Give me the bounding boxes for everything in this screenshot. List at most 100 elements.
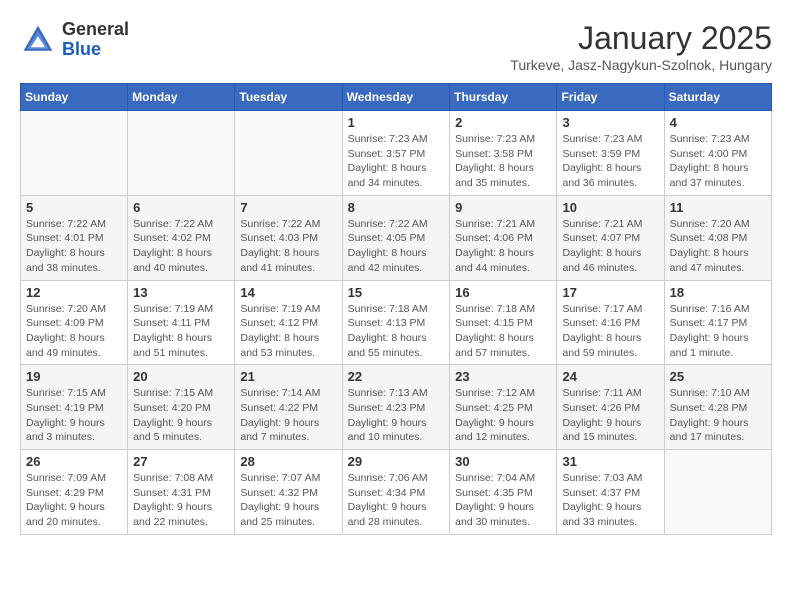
calendar-cell: 4 Sunrise: 7:23 AM Sunset: 4:00 PM Daylig… <box>664 111 771 196</box>
calendar-week-3: 12 Sunrise: 7:20 AM Sunset: 4:09 PM Dayli… <box>21 280 772 365</box>
calendar-cell: 6 Sunrise: 7:22 AM Sunset: 4:02 PM Daylig… <box>128 195 235 280</box>
calendar-cell: 3Sunrise: 7:23 AM Sunset: 3:59 PM Daylig… <box>557 111 664 196</box>
day-info: Sunrise: 7:20 AM Sunset: 4:09 PM Dayligh… <box>26 302 122 361</box>
calendar-cell: 15 Sunrise: 7:18 AM Sunset: 4:13 PM Dayli… <box>342 280 450 365</box>
calendar-cell: 28 Sunrise: 7:07 AM Sunset: 4:32 PM Dayli… <box>235 450 342 535</box>
day-number: 31 <box>562 454 658 469</box>
day-info: Sunrise: 7:19 AM Sunset: 4:11 PM Dayligh… <box>133 302 229 361</box>
calendar-cell: 10Sunrise: 7:21 AM Sunset: 4:07 PM Dayli… <box>557 195 664 280</box>
day-info: Sunrise: 7:07 AM Sunset: 4:32 PM Dayligh… <box>240 471 336 530</box>
weekday-header-sunday: Sunday <box>21 84 128 111</box>
day-number: 14 <box>240 285 336 300</box>
page-header: General Blue January 2025 Turkeve, Jasz-… <box>20 20 772 73</box>
day-number: 21 <box>240 369 336 384</box>
day-number: 1 <box>348 115 445 130</box>
day-info: Sunrise: 7:20 AM Sunset: 4:08 PM Dayligh… <box>670 217 766 276</box>
calendar-cell <box>21 111 128 196</box>
day-info: Sunrise: 7:09 AM Sunset: 4:29 PM Dayligh… <box>26 471 122 530</box>
day-info: Sunrise: 7:22 AM Sunset: 4:03 PM Dayligh… <box>240 217 336 276</box>
logo-icon <box>20 22 56 58</box>
calendar-cell: 7Sunrise: 7:22 AM Sunset: 4:03 PM Daylig… <box>235 195 342 280</box>
logo-blue: Blue <box>62 40 129 60</box>
calendar-cell: 25 Sunrise: 7:10 AM Sunset: 4:28 PM Dayli… <box>664 365 771 450</box>
day-number: 6 <box>133 200 229 215</box>
calendar-cell <box>235 111 342 196</box>
calendar-cell: 8 Sunrise: 7:22 AM Sunset: 4:05 PM Daylig… <box>342 195 450 280</box>
day-number: 23 <box>455 369 551 384</box>
calendar-cell: 16 Sunrise: 7:18 AM Sunset: 4:15 PM Dayli… <box>450 280 557 365</box>
weekday-header-tuesday: Tuesday <box>235 84 342 111</box>
calendar-cell: 5 Sunrise: 7:22 AM Sunset: 4:01 PM Daylig… <box>21 195 128 280</box>
day-number: 16 <box>455 285 551 300</box>
day-info: Sunrise: 7:06 AM Sunset: 4:34 PM Dayligh… <box>348 471 445 530</box>
logo-general: General <box>62 20 129 40</box>
month-title: January 2025 <box>510 20 772 57</box>
day-number: 12 <box>26 285 122 300</box>
day-info: Sunrise: 7:23 AM Sunset: 3:59 PM Dayligh… <box>562 132 658 191</box>
day-number: 27 <box>133 454 229 469</box>
day-info: Sunrise: 7:19 AM Sunset: 4:12 PM Dayligh… <box>240 302 336 361</box>
weekday-header-thursday: Thursday <box>450 84 557 111</box>
calendar-cell: 19Sunrise: 7:15 AM Sunset: 4:19 PM Dayli… <box>21 365 128 450</box>
day-info: Sunrise: 7:22 AM Sunset: 4:01 PM Dayligh… <box>26 217 122 276</box>
day-number: 25 <box>670 369 766 384</box>
title-area: January 2025 Turkeve, Jasz-Nagykun-Szoln… <box>510 20 772 73</box>
calendar-cell: 17Sunrise: 7:17 AM Sunset: 4:16 PM Dayli… <box>557 280 664 365</box>
day-number: 30 <box>455 454 551 469</box>
day-info: Sunrise: 7:23 AM Sunset: 3:57 PM Dayligh… <box>348 132 445 191</box>
day-number: 18 <box>670 285 766 300</box>
calendar-cell <box>664 450 771 535</box>
day-info: Sunrise: 7:14 AM Sunset: 4:22 PM Dayligh… <box>240 386 336 445</box>
day-info: Sunrise: 7:10 AM Sunset: 4:28 PM Dayligh… <box>670 386 766 445</box>
day-number: 5 <box>26 200 122 215</box>
day-info: Sunrise: 7:22 AM Sunset: 4:05 PM Dayligh… <box>348 217 445 276</box>
day-info: Sunrise: 7:11 AM Sunset: 4:26 PM Dayligh… <box>562 386 658 445</box>
calendar-week-1: 1 Sunrise: 7:23 AM Sunset: 3:57 PM Daylig… <box>21 111 772 196</box>
day-info: Sunrise: 7:17 AM Sunset: 4:16 PM Dayligh… <box>562 302 658 361</box>
calendar-cell: 30Sunrise: 7:04 AM Sunset: 4:35 PM Dayli… <box>450 450 557 535</box>
day-info: Sunrise: 7:15 AM Sunset: 4:20 PM Dayligh… <box>133 386 229 445</box>
calendar-cell: 26 Sunrise: 7:09 AM Sunset: 4:29 PM Dayli… <box>21 450 128 535</box>
weekday-header-saturday: Saturday <box>664 84 771 111</box>
calendar-cell: 21 Sunrise: 7:14 AM Sunset: 4:22 PM Dayli… <box>235 365 342 450</box>
calendar-table: SundayMondayTuesdayWednesdayThursdayFrid… <box>20 83 772 535</box>
calendar-cell: 11 Sunrise: 7:20 AM Sunset: 4:08 PM Dayli… <box>664 195 771 280</box>
calendar-week-4: 19Sunrise: 7:15 AM Sunset: 4:19 PM Dayli… <box>21 365 772 450</box>
day-info: Sunrise: 7:13 AM Sunset: 4:23 PM Dayligh… <box>348 386 445 445</box>
weekday-row: SundayMondayTuesdayWednesdayThursdayFrid… <box>21 84 772 111</box>
day-number: 15 <box>348 285 445 300</box>
calendar-cell: 24 Sunrise: 7:11 AM Sunset: 4:26 PM Dayli… <box>557 365 664 450</box>
day-number: 4 <box>670 115 766 130</box>
day-info: Sunrise: 7:21 AM Sunset: 4:06 PM Dayligh… <box>455 217 551 276</box>
location-subtitle: Turkeve, Jasz-Nagykun-Szolnok, Hungary <box>510 57 772 73</box>
day-number: 19 <box>26 369 122 384</box>
day-info: Sunrise: 7:18 AM Sunset: 4:13 PM Dayligh… <box>348 302 445 361</box>
day-info: Sunrise: 7:03 AM Sunset: 4:37 PM Dayligh… <box>562 471 658 530</box>
logo-text: General Blue <box>62 20 129 60</box>
day-info: Sunrise: 7:12 AM Sunset: 4:25 PM Dayligh… <box>455 386 551 445</box>
day-number: 24 <box>562 369 658 384</box>
calendar-cell: 12 Sunrise: 7:20 AM Sunset: 4:09 PM Dayli… <box>21 280 128 365</box>
calendar-header: SundayMondayTuesdayWednesdayThursdayFrid… <box>21 84 772 111</box>
day-number: 20 <box>133 369 229 384</box>
calendar-cell: 23 Sunrise: 7:12 AM Sunset: 4:25 PM Dayli… <box>450 365 557 450</box>
day-info: Sunrise: 7:23 AM Sunset: 4:00 PM Dayligh… <box>670 132 766 191</box>
day-number: 22 <box>348 369 445 384</box>
day-number: 26 <box>26 454 122 469</box>
calendar-cell: 29Sunrise: 7:06 AM Sunset: 4:34 PM Dayli… <box>342 450 450 535</box>
calendar-week-2: 5 Sunrise: 7:22 AM Sunset: 4:01 PM Daylig… <box>21 195 772 280</box>
day-info: Sunrise: 7:18 AM Sunset: 4:15 PM Dayligh… <box>455 302 551 361</box>
day-number: 28 <box>240 454 336 469</box>
calendar-week-5: 26 Sunrise: 7:09 AM Sunset: 4:29 PM Dayli… <box>21 450 772 535</box>
weekday-header-wednesday: Wednesday <box>342 84 450 111</box>
day-info: Sunrise: 7:16 AM Sunset: 4:17 PM Dayligh… <box>670 302 766 361</box>
calendar-cell: 1 Sunrise: 7:23 AM Sunset: 3:57 PM Daylig… <box>342 111 450 196</box>
calendar-cell: 27Sunrise: 7:08 AM Sunset: 4:31 PM Dayli… <box>128 450 235 535</box>
calendar-cell: 13 Sunrise: 7:19 AM Sunset: 4:11 PM Dayli… <box>128 280 235 365</box>
day-number: 11 <box>670 200 766 215</box>
weekday-header-monday: Monday <box>128 84 235 111</box>
weekday-header-friday: Friday <box>557 84 664 111</box>
day-number: 8 <box>348 200 445 215</box>
day-number: 13 <box>133 285 229 300</box>
day-info: Sunrise: 7:22 AM Sunset: 4:02 PM Dayligh… <box>133 217 229 276</box>
